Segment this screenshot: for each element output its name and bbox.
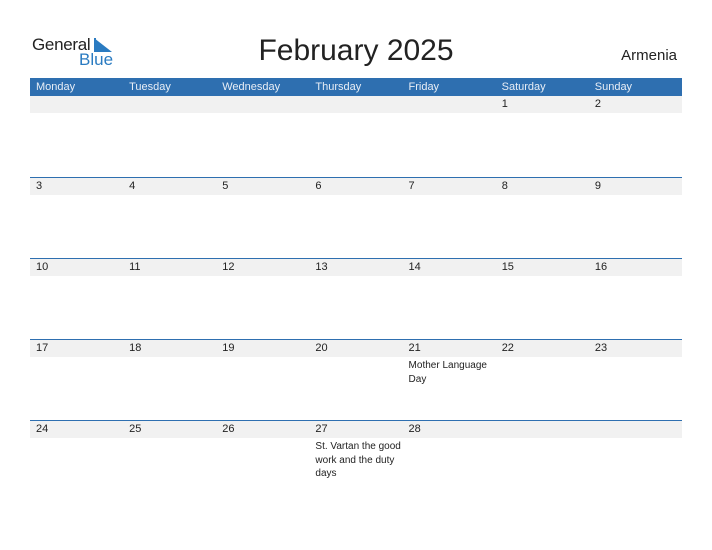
day-cell: 12 — [216, 259, 309, 340]
week-row: 3 4 5 6 7 8 9 — [30, 177, 682, 259]
day-number: 12 — [222, 261, 235, 273]
day-cell — [309, 96, 402, 177]
day-cell — [496, 421, 589, 502]
week-row: 12 — [30, 96, 682, 177]
day-number: 25 — [129, 423, 142, 435]
day-number: 5 — [222, 180, 229, 192]
weekday-wednesday: Wednesday — [222, 81, 281, 93]
day-number: 2 — [594, 98, 601, 110]
weekday-sunday: Sunday — [594, 81, 633, 93]
day-cell: 1 — [496, 96, 589, 177]
day-number: 16 — [594, 261, 608, 273]
day-cell: 26 — [216, 421, 309, 502]
day-cell: 2 — [589, 96, 682, 177]
day-cell: 17 — [30, 340, 123, 421]
day-cell: 20 — [309, 340, 402, 421]
day-number: 14 — [408, 261, 421, 273]
day-number: 17 — [36, 342, 49, 354]
day-cell: 5 — [216, 178, 309, 259]
day-cell: 7 — [403, 178, 496, 259]
holiday-event: Mother Language Day — [408, 360, 487, 385]
day-number: 15 — [501, 261, 514, 273]
day-number: 20 — [315, 342, 328, 354]
day-cell: 19 — [216, 340, 309, 421]
day-number: 4 — [129, 180, 136, 192]
day-cell: 3 — [30, 178, 123, 259]
week-row: 10 11 12 13 14 15 16 — [30, 258, 682, 340]
day-number: 9 — [594, 180, 601, 192]
day-cell: 9 — [589, 178, 682, 259]
day-cell: 6 — [309, 178, 402, 259]
day-number: 28 — [408, 423, 421, 435]
weekday-header: Monday Tuesday Wednesday Thursday Friday Satu… — [30, 78, 682, 96]
weekday-saturday: Saturday — [501, 81, 546, 93]
day-cell: 13 — [309, 259, 402, 340]
day-number: 10 — [36, 261, 49, 273]
day-number: 8 — [501, 180, 508, 192]
day-cell — [216, 96, 309, 177]
day-number: 19 — [222, 342, 235, 354]
day-number: 7 — [408, 180, 415, 192]
day-cell: 4 — [123, 178, 216, 259]
week-row: 24 25 26 27 St. Vartan the good work and the… — [30, 420, 682, 502]
day-cell: 8 — [496, 178, 589, 259]
day-cell: 23 — [589, 340, 682, 421]
day-cell: 22 — [496, 340, 589, 421]
week-row: 17 18 19 20 21 Mother Language Day 22 23 — [30, 339, 682, 421]
holiday-event: St. Vartan the good work and the duty da… — [315, 441, 401, 479]
weekday-tuesday: Tuesday — [129, 81, 171, 93]
weekday-thursday: Thursday — [315, 81, 362, 93]
day-cell: 18 — [123, 340, 216, 421]
day-cell: 24 — [30, 421, 123, 502]
day-number: 18 — [129, 342, 142, 354]
weekday-monday: Monday — [36, 81, 76, 93]
day-number: 3 — [36, 180, 43, 192]
day-cell: 11 — [123, 259, 216, 340]
day-number: 6 — [315, 180, 322, 192]
day-number: 13 — [315, 261, 328, 273]
page-title: February 2025 — [258, 34, 454, 67]
day-cell: 14 — [403, 259, 496, 340]
day-number: 21 — [408, 342, 421, 354]
day-number: 23 — [594, 342, 608, 354]
day-number: 24 — [36, 423, 49, 435]
day-cell — [30, 96, 123, 177]
day-number: 26 — [222, 423, 235, 435]
day-cell: 28 — [403, 421, 496, 502]
day-cell — [123, 96, 216, 177]
day-cell: 10 — [30, 259, 123, 340]
day-number: 27 — [315, 423, 328, 435]
day-cell: 16 — [589, 259, 682, 340]
day-cell: 25 — [123, 421, 216, 502]
day-cell: 15 — [496, 259, 589, 340]
country-label: Armenia — [621, 47, 677, 64]
day-number: 22 — [501, 342, 514, 354]
day-number: 1 — [501, 98, 508, 110]
day-number: 11 — [129, 261, 141, 273]
day-cell — [589, 421, 682, 502]
day-cell — [403, 96, 496, 177]
weekday-friday: Friday — [408, 81, 440, 93]
day-cell: 27 St. Vartan the good work and the duty … — [309, 421, 402, 502]
day-cell: 21 Mother Language Day — [403, 340, 496, 421]
